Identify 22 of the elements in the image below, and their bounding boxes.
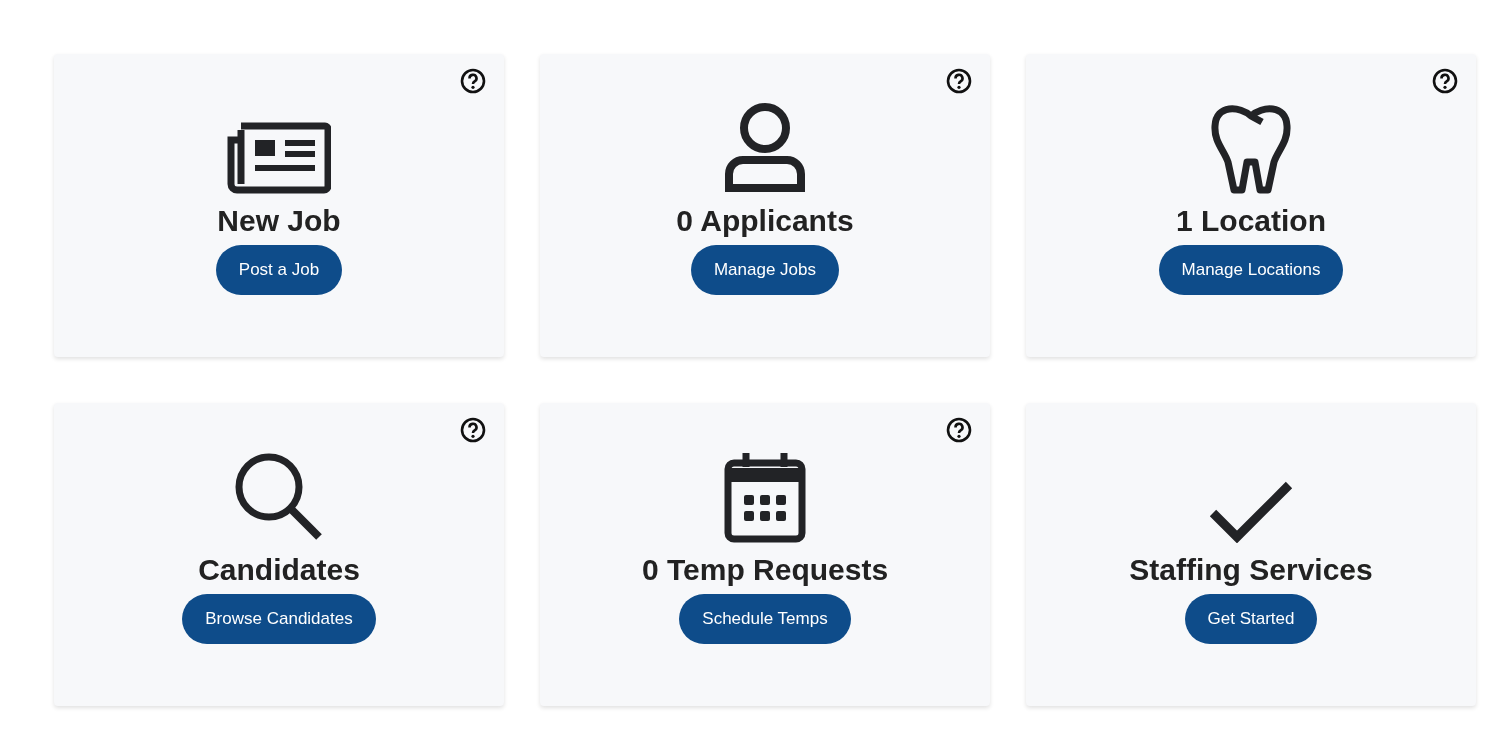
action-button[interactable]: Get Started	[1184, 594, 1318, 644]
help-icon[interactable]	[460, 68, 486, 94]
action-button[interactable]: Browse Candidates	[182, 594, 376, 644]
help-icon[interactable]	[946, 68, 972, 94]
checkmark-icon	[1209, 479, 1293, 543]
action-button[interactable]: Schedule Temps	[679, 594, 851, 644]
card-title: Staffing Services	[1129, 553, 1373, 587]
card-title: 0 Applicants	[676, 204, 854, 238]
action-button[interactable]: Post a Job	[215, 245, 343, 295]
tooth-icon	[1210, 102, 1292, 194]
person-icon	[724, 102, 806, 194]
card-title: New Job	[217, 204, 341, 238]
action-button[interactable]: Manage Jobs	[690, 245, 840, 295]
action-button[interactable]: Manage Locations	[1158, 245, 1344, 295]
help-icon[interactable]	[946, 417, 972, 443]
newspaper-icon	[227, 122, 331, 194]
help-icon[interactable]	[1432, 68, 1458, 94]
help-icon[interactable]	[460, 417, 486, 443]
card-title: 1 Location	[1176, 204, 1326, 238]
card-title: 0 Temp Requests	[641, 553, 889, 587]
calendar-icon	[724, 451, 806, 543]
card-title: Candidates	[198, 553, 360, 587]
